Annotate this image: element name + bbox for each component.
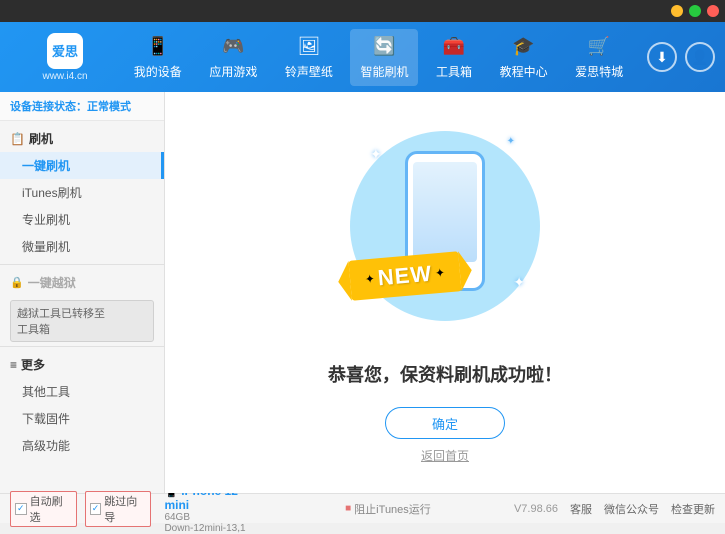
nav-apps-games-label: 应用游戏 [209,63,257,80]
nav-right: ⬇ 👤 [647,42,715,72]
sidebar-item-other-tools[interactable]: 其他工具 [0,378,164,405]
more-section-label: 更多 [21,356,45,373]
pro-flash-label: 专业刷机 [22,213,70,227]
device-status: 设备连接状态：正常模式 [0,92,164,121]
download-button[interactable]: ⬇ [647,42,677,72]
skip-wizard-cb-icon [90,503,102,515]
logo-url: www.i4.cn [42,71,87,82]
flash-section: 📋 刷机 一键刷机 iTunes刷机 专业刷机 微量刷机 [0,125,164,260]
sparkle-icon-3: ✦ [513,274,525,291]
customer-service-link[interactable]: 客服 [570,501,592,517]
auto-flash-checkbox[interactable]: 自动刷选 [10,491,77,527]
check-update-link[interactable]: 检查更新 [671,501,715,517]
sidebar-item-download-firmware[interactable]: 下载固件 [0,405,164,432]
nav-toolbox[interactable]: 🧰 工具箱 [426,29,482,86]
flash-section-icon: 📋 [10,132,25,146]
smart-flash-icon: 🔄 [372,35,396,59]
main-area: 设备连接状态：正常模式 📋 刷机 一键刷机 iTunes刷机 专业刷机 微量刷机 [0,92,725,493]
ribbon-star-left: ✦ [364,272,375,287]
wechat-link[interactable]: 微信公众号 [604,501,659,517]
shop-icon: 🛒 [587,35,611,59]
other-tools-label: 其他工具 [22,385,70,399]
nav-shop[interactable]: 🛒 爱思特城 [565,29,633,86]
sidebar-divider-2 [0,346,164,347]
maximize-button[interactable] [689,5,701,17]
nav-shop-label: 爱思特城 [575,63,623,80]
nav-apps-games[interactable]: 🎮 应用游戏 [199,29,267,86]
status-value: 正常模式 [87,101,131,113]
wallpaper-icon: 🖼 [297,35,321,59]
flash-section-title: 📋 刷机 [0,125,164,152]
close-button[interactable] [707,5,719,17]
jailbreak-lock-icon: 🔒 [10,276,24,289]
more-section-title: ≡ 更多 [0,351,164,378]
one-key-flash-label: 一键刷机 [22,159,70,173]
nav-tutorial[interactable]: 🎓 教程中心 [490,29,558,86]
tutorial-icon: 🎓 [512,35,536,59]
stop-icon: ■ [345,503,351,514]
sidebar-divider-1 [0,264,164,265]
status-label: 设备连接状态： [10,101,87,113]
user-button[interactable]: 👤 [685,42,715,72]
logo-area: 爱思 www.i4.cn [10,33,120,82]
more-section: ≡ 更多 其他工具 下载固件 高级功能 [0,351,164,459]
jailbreak-notice: 越狱工具已转移至工具箱 [10,300,154,342]
jailbreak-section: 🔒 一键越狱 越狱工具已转移至工具箱 [0,269,164,342]
device-model: Down-12mini-13,1 [164,523,262,534]
my-device-icon: 📱 [146,35,170,59]
sidebar-item-pro-flash[interactable]: 专业刷机 [0,206,164,233]
flash-section-label: 刷机 [29,130,53,147]
auto-flash-label: 自动刷选 [30,493,72,525]
skip-wizard-label: 跳过向导 [104,493,146,525]
ribbon-star-right: ✦ [434,266,445,281]
sidebar-item-wipe-flash[interactable]: 微量刷机 [0,233,164,260]
nav-smart-flash-label: 智能刷机 [360,63,408,80]
nav-smart-flash[interactable]: 🔄 智能刷机 [350,29,418,86]
logo-icon-text: 爱思 [52,41,78,60]
nav-toolbox-label: 工具箱 [436,63,472,80]
header: 爱思 www.i4.cn 📱 我的设备 🎮 应用游戏 🖼 铃声壁纸 🔄 智能刷机… [0,22,725,92]
auto-flash-cb-icon [15,503,27,515]
bottom-bar: 自动刷选 跳过向导 📱 iPhone 12 mini 64GB Down-12m… [0,493,725,523]
sparkle-icon-1: ✦ [370,146,382,163]
stop-itunes[interactable]: ■ 阻止iTunes运行 [345,501,431,517]
device-storage: 64GB [164,512,262,523]
jailbreak-section-label: 一键越狱 [28,274,76,291]
bottom-right: V7.98.66 客服 微信公众号 检查更新 [514,501,715,517]
phone-illustration: ✦ ✦ ✦ ✦ NEW ✦ [345,121,545,341]
nav-items: 📱 我的设备 🎮 应用游戏 🖼 铃声壁纸 🔄 智能刷机 🧰 工具箱 🎓 教程中心… [120,29,637,86]
skip-wizard-checkbox[interactable]: 跳过向导 [85,491,152,527]
success-message: 恭喜您，保资料刷机成功啦！ [328,361,562,387]
more-section-icon: ≡ [10,358,17,372]
sparkle-icon-2: ✦ [507,136,515,147]
nav-my-device[interactable]: 📱 我的设备 [124,29,192,86]
nav-wallpaper[interactable]: 🖼 铃声壁纸 [275,29,343,86]
minimize-button[interactable] [671,5,683,17]
nav-my-device-label: 我的设备 [134,63,182,80]
download-firmware-label: 下载固件 [22,412,70,426]
wipe-flash-label: 微量刷机 [22,240,70,254]
sidebar: 设备连接状态：正常模式 📋 刷机 一键刷机 iTunes刷机 专业刷机 微量刷机 [0,92,165,493]
nav-wallpaper-label: 铃声壁纸 [285,63,333,80]
itunes-flash-label: iTunes刷机 [22,186,82,200]
apps-games-icon: 🎮 [221,35,245,59]
bottom-center: ■ 阻止iTunes运行 [262,501,514,517]
confirm-button[interactable]: 确定 [385,407,505,439]
sidebar-item-itunes-flash[interactable]: iTunes刷机 [0,179,164,206]
stop-itunes-label: 阻止iTunes运行 [354,501,431,517]
back-link[interactable]: 返回首页 [421,447,469,464]
nav-tutorial-label: 教程中心 [500,63,548,80]
phone-screen [413,162,477,262]
sidebar-item-one-key-flash[interactable]: 一键刷机 [0,152,164,179]
new-ribbon-text: NEW [377,261,433,292]
title-bar [0,0,725,22]
version-text: V7.98.66 [514,503,558,515]
sidebar-item-advanced[interactable]: 高级功能 [0,432,164,459]
content-area: ✦ ✦ ✦ ✦ NEW ✦ 恭喜您，保资料刷机成功啦！ 确定 返回首页 [165,92,725,493]
jailbreak-section-title: 🔒 一键越狱 [0,269,164,296]
toolbox-icon: 🧰 [442,35,466,59]
logo-icon: 爱思 [47,33,83,69]
advanced-label: 高级功能 [22,439,70,453]
